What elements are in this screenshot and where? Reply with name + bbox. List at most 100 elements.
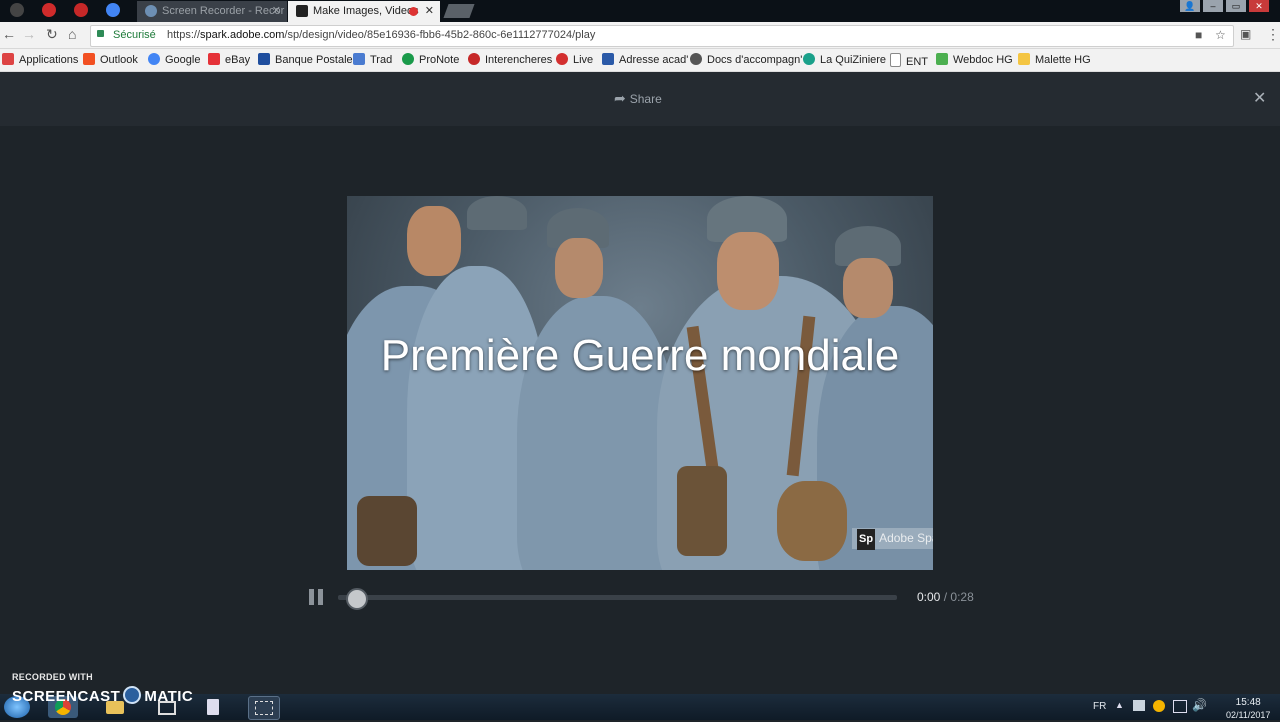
face	[717, 232, 779, 310]
windows-icon	[83, 53, 95, 65]
close-player-button[interactable]: ✕	[1253, 88, 1266, 108]
bag	[677, 466, 727, 556]
progress-bar[interactable]	[338, 588, 897, 610]
bookmark-trad[interactable]: Trad	[353, 53, 392, 66]
bookmark-ebay[interactable]: eBay	[208, 53, 250, 66]
time-separator: /	[943, 590, 948, 604]
share-arrow-icon: ➦	[614, 90, 626, 106]
apps-grid-icon	[2, 53, 14, 65]
lock-icon	[97, 30, 104, 37]
progress-handle[interactable]	[346, 588, 368, 610]
google-icon[interactable]	[106, 3, 120, 17]
google-icon	[148, 53, 160, 65]
bookmarks-bar: Applications Outlook Google eBay Banque …	[0, 49, 1280, 72]
tab-title: Make Images, Videos	[313, 5, 419, 17]
quiz-icon	[803, 53, 815, 65]
home-icon[interactable]: ⌂	[68, 27, 76, 41]
live-icon	[556, 53, 568, 65]
watermark-text: Adobe Spark	[879, 531, 933, 545]
user-icon[interactable]: 👤	[1180, 0, 1200, 12]
bank-icon	[258, 53, 270, 65]
camera-icon[interactable]: ■	[1195, 28, 1202, 42]
close-window-button[interactable]: ✕	[1249, 0, 1269, 12]
screen-recorder-taskbar-icon[interactable]	[248, 696, 280, 720]
page-icon	[890, 53, 901, 67]
slide-title: Première Guerre mondiale	[380, 331, 900, 380]
url-scheme: https://	[167, 29, 201, 41]
new-tab-button[interactable]	[443, 4, 475, 18]
bookmark-adresse-acad[interactable]: Adresse acad'	[602, 53, 688, 66]
bookmark-malette-hg[interactable]: Malette HG	[1018, 53, 1091, 66]
browser-toolbar: ← → ↻ ⌂ Sécurisé https://spark.adobe.com…	[0, 22, 1280, 49]
minimize-button[interactable]: ‒	[1203, 0, 1223, 12]
language-indicator[interactable]: FR	[1093, 701, 1106, 712]
tab-screen-recorder[interactable]: Screen Recorder - Recor ✕	[137, 1, 287, 22]
pinned-tab-icon[interactable]	[42, 3, 56, 17]
app-taskbar-icon[interactable]	[198, 696, 228, 718]
recorded-with-label: RECORDED WITH	[12, 672, 93, 682]
bag	[357, 496, 417, 566]
clock-time: 15:48	[1235, 697, 1261, 708]
extension-icon[interactable]: ▣	[1240, 27, 1251, 41]
back-icon[interactable]: ←	[2, 27, 16, 41]
time-display: 0:00 / 0:28	[917, 590, 974, 604]
bookmark-google[interactable]: Google	[148, 53, 200, 66]
docs-icon	[690, 53, 702, 65]
share-label: Share	[629, 92, 662, 106]
tab-title: Screen Recorder - Recor	[162, 5, 285, 17]
close-tab-icon[interactable]: ✕	[272, 1, 281, 22]
forward-icon[interactable]: →	[22, 27, 36, 41]
time-total: 0:28	[950, 590, 974, 604]
academy-icon	[602, 53, 614, 65]
address-bar[interactable]: Sécurisé https://spark.adobe.com/sp/desi…	[90, 25, 1234, 47]
bookmark-outlook[interactable]: Outlook	[83, 53, 138, 66]
downloads-icon[interactable]	[10, 3, 24, 17]
tab-adobe-spark[interactable]: Make Images, Videos ✕	[288, 1, 440, 22]
bookmark-star-icon[interactable]: ☆	[1215, 28, 1226, 42]
bookmark-live[interactable]: Live	[556, 53, 593, 66]
bookmark-docs-accompagn[interactable]: Docs d'accompagn'	[690, 53, 802, 66]
recording-dot-icon	[409, 7, 418, 16]
globe-icon	[145, 5, 157, 18]
helmet	[467, 196, 527, 230]
face	[555, 238, 603, 298]
tab-strip: Screen Recorder - Recor ✕ Make Images, V…	[0, 0, 1280, 22]
bookmark-applications[interactable]: Applications	[2, 53, 78, 66]
webdoc-icon	[936, 53, 948, 65]
bookmark-ent[interactable]: ENT	[890, 53, 928, 68]
adobe-spark-watermark[interactable]: SpAdobe Spark	[852, 528, 933, 550]
share-button[interactable]: ➦ Share	[614, 90, 662, 107]
network-icon[interactable]	[1173, 700, 1187, 713]
url-text[interactable]: https://spark.adobe.com/sp/design/video/…	[167, 29, 595, 41]
translate-icon	[353, 53, 365, 65]
reload-icon[interactable]: ↻	[46, 27, 58, 41]
system-clock[interactable]: 15:48 02/11/2017	[1226, 697, 1270, 722]
menu-icon[interactable]: ⋮	[1266, 27, 1280, 41]
bookmark-la-quiziniere[interactable]: La QuiZiniere	[803, 53, 886, 66]
action-center-icon[interactable]	[1133, 700, 1145, 711]
secure-label: Sécurisé	[113, 29, 156, 41]
bookmark-pronote[interactable]: ProNote	[402, 53, 459, 66]
pronote-icon	[402, 53, 414, 65]
time-current: 0:00	[917, 590, 941, 604]
pause-icon	[318, 589, 323, 605]
video-frame[interactable]: Première Guerre mondiale SpAdobe Spark	[347, 196, 933, 570]
tray-arrow-icon[interactable]: ▲	[1115, 700, 1124, 710]
recorder-logo-icon	[123, 686, 142, 704]
bookmark-banque-postale[interactable]: Banque Postale	[258, 53, 353, 66]
spark-favicon-icon	[296, 5, 308, 18]
pinned-tab-icon[interactable]	[74, 3, 88, 17]
pause-icon	[309, 589, 314, 605]
bookmark-interencheres[interactable]: Interencheres	[468, 53, 552, 66]
bookmark-webdoc-hg[interactable]: Webdoc HG	[936, 53, 1013, 66]
ebay-icon	[208, 53, 220, 65]
face	[407, 206, 461, 276]
maximize-button[interactable]: ▭	[1226, 0, 1246, 12]
close-tab-icon[interactable]: ✕	[425, 1, 434, 22]
url-path: /sp/design/video/85e16936-fbb6-45b2-860c…	[284, 29, 596, 41]
volume-icon[interactable]: 🔊	[1192, 698, 1207, 712]
pause-button[interactable]	[307, 589, 325, 605]
tray-app-icon[interactable]	[1153, 700, 1165, 712]
screencast-o-matic-logo: SCREENCAST MATIC	[12, 686, 194, 705]
document-icon	[207, 699, 219, 715]
